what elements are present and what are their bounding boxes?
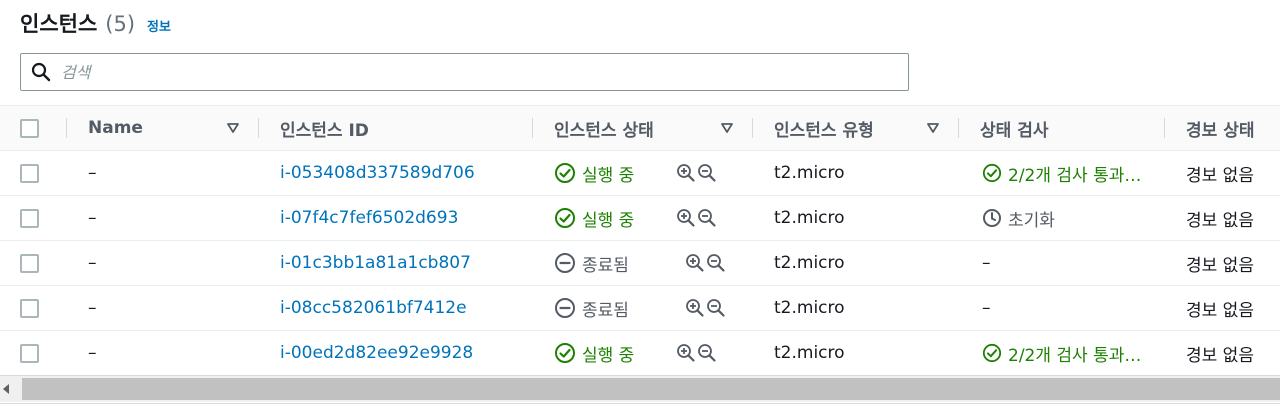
- instances-table: Name 인스턴스 ID 인스턴스 상태 인스턴스 유형 상태 검사 경보 상태…: [0, 105, 1280, 375]
- row-checkbox[interactable]: [20, 298, 39, 318]
- scrollbar-thumb[interactable]: [22, 378, 1280, 400]
- instance-id-link[interactable]: i-08cc582061bf7412e: [280, 298, 467, 318]
- instance-state: 종료됨: [554, 296, 629, 321]
- cell-alarm-status: 경보 없음: [1164, 240, 1280, 286]
- zoom-out-icon[interactable]: [706, 253, 726, 273]
- cell-instance-type: t2.micro: [752, 285, 958, 331]
- cell-alarm-status: 경보 없음: [1164, 195, 1280, 241]
- page-header: 인스턴스 (5) 정보: [20, 8, 171, 38]
- zoom-in-icon[interactable]: [685, 253, 705, 273]
- check-circle-icon: [982, 163, 1002, 183]
- check-circle-icon: [982, 343, 1002, 363]
- cell-alarm-status: 경보 없음: [1164, 285, 1280, 331]
- instance-id-link[interactable]: i-00ed2d82ee92e9928: [280, 343, 473, 363]
- search-icon: [21, 54, 61, 90]
- table-row[interactable]: – i-08cc582061bf7412e 종료됨 t2.micro – 경보 없음: [0, 285, 1280, 331]
- column-header-instance-id[interactable]: 인스턴스 ID: [258, 105, 532, 151]
- page-title: 인스턴스: [20, 12, 98, 36]
- table-row[interactable]: – i-07f4c7fef6502d693 실행 중 t2.micro 초기화 경보 없음: [0, 195, 1280, 241]
- table-row[interactable]: – i-01c3bb1a81a1cb807 종료됨 t2.micro – 경보 없음: [0, 240, 1280, 286]
- search-input[interactable]: [61, 57, 881, 87]
- cell-alarm-status: 경보 없음: [1164, 330, 1280, 375]
- cell-name: –: [66, 195, 258, 241]
- search-bar: [20, 53, 909, 91]
- row-checkbox[interactable]: [20, 253, 39, 273]
- sort-caret-down-icon[interactable]: [926, 121, 940, 135]
- zoom-in-icon[interactable]: [676, 208, 696, 228]
- instance-state-label: 실행 중: [582, 345, 635, 366]
- sort-caret-down-icon[interactable]: [226, 121, 240, 135]
- status-check-text[interactable]: 2/2개 검사 통과…: [1008, 341, 1141, 366]
- cell-instance-type: t2.micro: [752, 150, 958, 196]
- divider: [0, 403, 1280, 407]
- instance-id-link[interactable]: i-053408d337589d706: [280, 163, 475, 183]
- table-header-row: Name 인스턴스 ID 인스턴스 상태 인스턴스 유형 상태 검사 경보 상태: [0, 105, 1280, 151]
- cell-instance-type: t2.micro: [752, 195, 958, 241]
- zoom-out-icon[interactable]: [697, 343, 717, 363]
- row-checkbox[interactable]: [20, 343, 39, 363]
- select-all-checkbox[interactable]: [20, 118, 39, 138]
- sort-caret-down-icon[interactable]: [720, 121, 734, 135]
- column-header-instance-type[interactable]: 인스턴스 유형: [752, 105, 958, 151]
- instance-state: 실행 중: [554, 341, 634, 366]
- status-check-text: –: [982, 298, 991, 318]
- minus-circle-icon: [554, 252, 576, 274]
- cell-alarm-status: 경보 없음: [1164, 150, 1280, 196]
- instance-state-label: 실행 중: [582, 210, 635, 231]
- table-row[interactable]: – i-053408d337589d706 실행 중 t2.micro 2/2개 검사 …: [0, 150, 1280, 196]
- cell-instance-type: t2.micro: [752, 240, 958, 286]
- column-header-status-check[interactable]: 상태 검사: [958, 105, 1164, 151]
- check-circle-icon: [554, 342, 576, 364]
- instance-id-link[interactable]: i-07f4c7fef6502d693: [280, 208, 458, 228]
- minus-circle-icon: [554, 297, 576, 319]
- zoom-out-icon[interactable]: [697, 208, 717, 228]
- check-circle-icon: [554, 162, 576, 184]
- instance-state-label: 종료됨: [582, 300, 629, 321]
- zoom-in-icon[interactable]: [676, 343, 696, 363]
- cell-name: –: [66, 150, 258, 196]
- info-link[interactable]: 정보: [147, 16, 171, 35]
- instance-count: (5): [105, 12, 136, 36]
- instance-state: 종료됨: [554, 251, 629, 276]
- cell-name: –: [66, 330, 258, 375]
- column-header-instance-state[interactable]: 인스턴스 상태: [532, 105, 752, 151]
- cell-instance-type: t2.micro: [752, 330, 958, 375]
- row-checkbox[interactable]: [20, 208, 39, 228]
- instance-state-label: 실행 중: [582, 165, 635, 186]
- status-check-text: –: [982, 253, 991, 273]
- table-row[interactable]: – i-00ed2d82ee92e9928 실행 중 t2.micro 2/2개 검사 …: [0, 330, 1280, 375]
- instance-state: 실행 중: [554, 161, 634, 186]
- zoom-in-icon[interactable]: [685, 298, 705, 318]
- instance-state-label: 종료됨: [582, 255, 629, 276]
- status-check-text[interactable]: 2/2개 검사 통과…: [1008, 161, 1141, 186]
- column-header-alarm-status[interactable]: 경보 상태: [1164, 105, 1280, 151]
- instance-id-link[interactable]: i-01c3bb1a81a1cb807: [280, 253, 471, 273]
- zoom-in-icon[interactable]: [676, 163, 696, 183]
- cell-name: –: [66, 240, 258, 286]
- instance-state: 실행 중: [554, 206, 634, 231]
- column-header-name[interactable]: Name: [66, 105, 258, 151]
- clock-icon: [982, 208, 1002, 228]
- status-check-text: 초기화: [1008, 210, 1055, 231]
- row-checkbox[interactable]: [20, 163, 39, 183]
- zoom-out-icon[interactable]: [697, 163, 717, 183]
- check-circle-icon: [554, 207, 576, 229]
- zoom-out-icon[interactable]: [706, 298, 726, 318]
- cell-name: –: [66, 285, 258, 331]
- scroll-left-arrow-icon[interactable]: [3, 384, 9, 394]
- horizontal-scrollbar[interactable]: [0, 375, 1280, 402]
